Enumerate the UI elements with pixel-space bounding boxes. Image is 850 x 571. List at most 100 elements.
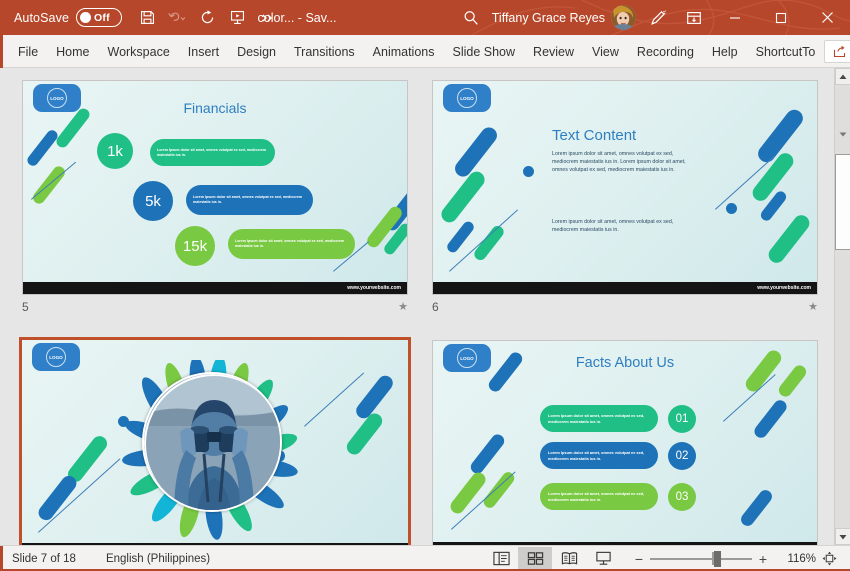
zoom-level-label[interactable]: 116% xyxy=(774,553,816,565)
scroll-up-button[interactable] xyxy=(835,68,850,85)
fact-pill-text: Lorem Ipsum dolor sit amet, omnes volutp… xyxy=(548,491,645,502)
slide-7-photo xyxy=(142,372,282,512)
redo-icon[interactable] xyxy=(192,3,222,33)
avatar[interactable] xyxy=(611,5,636,30)
fact-number: 02 xyxy=(668,442,696,470)
binoculars-photo xyxy=(144,374,280,510)
scrollbar-thumb[interactable] xyxy=(835,154,850,250)
slide-8-content: LOGO Facts About Us Lorem Ipsum dolor si… xyxy=(433,341,817,545)
tab-file[interactable]: File xyxy=(9,35,47,68)
slide-8-title: Facts About Us xyxy=(575,355,675,371)
slide-thumbnail-8[interactable]: LOGO Facts About Us Lorem Ipsum dolor si… xyxy=(432,340,818,545)
slide-sorter-view-button[interactable] xyxy=(518,546,552,571)
slide-6-canvas[interactable]: LOGO Text Content Lorem ipsum dolor sit … xyxy=(432,80,818,295)
undo-icon[interactable] xyxy=(162,3,192,33)
user-name[interactable]: Tiffany Grace Reyes xyxy=(492,11,611,25)
more-commands-icon[interactable] xyxy=(252,3,282,33)
logo-text: LOGO xyxy=(46,347,66,367)
close-icon[interactable] xyxy=(804,0,850,35)
ribbon-display-options-icon[interactable] xyxy=(676,0,712,35)
fit-slide-to-window-icon[interactable] xyxy=(816,547,842,571)
save-icon[interactable] xyxy=(132,3,162,33)
scroll-marker-icon xyxy=(839,124,847,137)
ribbon-right-buttons xyxy=(824,35,850,67)
slide-7-canvas[interactable]: LOGO www.yourwebsite.com xyxy=(22,340,408,545)
tab-transitions[interactable]: Transitions xyxy=(285,35,364,68)
fact-pill: Lorem Ipsum dolor sit amet, omnes volutp… xyxy=(540,442,658,469)
tab-animations[interactable]: Animations xyxy=(364,35,444,68)
tab-view[interactable]: View xyxy=(583,35,628,68)
minimize-icon[interactable] xyxy=(712,0,758,35)
tab-slide-show[interactable]: Slide Show xyxy=(444,35,525,68)
slide-5-content: LOGO Financials 1k Lorem Ipsum dolor sit… xyxy=(23,81,407,294)
zoom-in-button[interactable]: + xyxy=(752,548,774,570)
autosave-toggle[interactable]: Off xyxy=(76,8,123,27)
vertical-scrollbar[interactable] xyxy=(834,68,850,545)
stat-pill: Lorem Ipsum dolor sit amet, omnes volutp… xyxy=(186,185,313,215)
start-presentation-icon[interactable] xyxy=(222,3,252,33)
slide-5-footer: www.yourwebsite.com xyxy=(23,282,407,294)
deco-dot xyxy=(523,166,534,177)
normal-view-button[interactable] xyxy=(484,547,518,571)
fact-pill-text: Lorem Ipsum dolor sit amet, omnes volutp… xyxy=(548,450,645,461)
tab-review[interactable]: Review xyxy=(524,35,583,68)
tab-help[interactable]: Help xyxy=(703,35,747,68)
slide-6-paragraph-1: Lorem ipsum dolor sit amet, omnes volutp… xyxy=(552,151,686,173)
slide-number: 5 xyxy=(22,300,29,314)
slide-5-canvas[interactable]: LOGO Financials 1k Lorem Ipsum dolor sit… xyxy=(22,80,408,295)
fact-number: 03 xyxy=(668,483,696,511)
share-icon[interactable] xyxy=(824,39,850,63)
deco-dot xyxy=(726,203,737,214)
status-bar: Slide 7 of 18 English (Philippines) − + … xyxy=(0,545,850,571)
slide-thumbnail-5[interactable]: LOGO Financials 1k Lorem Ipsum dolor sit… xyxy=(22,80,408,295)
stat-pill-text: Lorem Ipsum dolor sit amet, omnes volutp… xyxy=(157,147,267,157)
stat-pill-text: Lorem Ipsum dolor sit amet, omnes volutp… xyxy=(235,239,345,248)
title-bar-right: Tiffany Grace Reyes xyxy=(450,0,850,35)
autosave-state-label: Off xyxy=(94,11,110,24)
reading-view-button[interactable] xyxy=(552,547,586,571)
logo-text: LOGO xyxy=(457,88,477,108)
slide-6-paragraph-2: Lorem ipsum dolor sit amet, omnes volutp… xyxy=(552,219,674,233)
autosave-label: AutoSave xyxy=(14,10,70,25)
footer-url: www.yourwebsite.com xyxy=(757,285,811,291)
tab-recording[interactable]: Recording xyxy=(628,35,703,68)
zoom-out-button[interactable]: − xyxy=(628,548,650,570)
search-icon[interactable] xyxy=(450,9,492,27)
zoom-slider-handle[interactable] xyxy=(714,550,721,567)
stat-circle: 5k xyxy=(133,181,173,221)
slide-show-view-button[interactable] xyxy=(586,547,620,571)
stat-pill: Lorem Ipsum dolor sit amet, omnes volutp… xyxy=(150,139,275,166)
slide-thumbnail-7[interactable]: LOGO www.yourwebsite.com xyxy=(19,337,411,545)
slide-7-logo: LOGO xyxy=(32,343,80,371)
slide-6-content: LOGO Text Content Lorem ipsum dolor sit … xyxy=(433,81,817,294)
pen-icon[interactable] xyxy=(640,0,676,35)
tab-design[interactable]: Design xyxy=(228,35,285,68)
language-indicator[interactable]: English (Philippines) xyxy=(76,553,210,565)
scroll-down-button[interactable] xyxy=(835,528,850,545)
footer-url: www.yourwebsite.com xyxy=(347,285,401,291)
tab-workspace[interactable]: Workspace xyxy=(99,35,179,68)
powerpoint-window: AutoSave Off color... - Sav... Tiffany G… xyxy=(0,0,850,571)
fact-pill-text: Lorem Ipsum dolor sit amet, omnes volutp… xyxy=(548,413,645,424)
zoom-slider[interactable] xyxy=(650,547,752,571)
slide-sorter-panel[interactable]: LOGO Financials 1k Lorem Ipsum dolor sit… xyxy=(0,68,834,545)
fact-pill: Lorem Ipsum dolor sit amet, omnes volutp… xyxy=(540,405,658,432)
maximize-icon[interactable] xyxy=(758,0,804,35)
slide-thumbnail-6[interactable]: LOGO Text Content Lorem ipsum dolor sit … xyxy=(432,80,818,295)
slide-indicator[interactable]: Slide 7 of 18 xyxy=(0,553,76,565)
deco-line xyxy=(304,372,365,427)
tab-home[interactable]: Home xyxy=(47,35,98,68)
slide-6-logo: LOGO xyxy=(443,84,491,112)
zoom-control: − + 116% xyxy=(620,547,842,571)
zoom-slider-track xyxy=(650,557,752,560)
tab-insert[interactable]: Insert xyxy=(179,35,228,68)
slide-6-meta: 6 ★ xyxy=(432,298,818,316)
slide-8-canvas[interactable]: LOGO Facts About Us Lorem Ipsum dolor si… xyxy=(432,340,818,545)
ribbon-tab-bar: File Home Workspace Insert Design Transi… xyxy=(0,35,850,68)
tab-shortcutto[interactable]: ShortcutTo xyxy=(747,35,825,68)
deco-blob xyxy=(25,128,60,168)
stat-circle: 1k xyxy=(97,133,133,169)
animation-star-icon[interactable]: ★ xyxy=(808,301,818,313)
deco-blob xyxy=(471,223,507,263)
animation-star-icon[interactable]: ★ xyxy=(398,301,408,313)
